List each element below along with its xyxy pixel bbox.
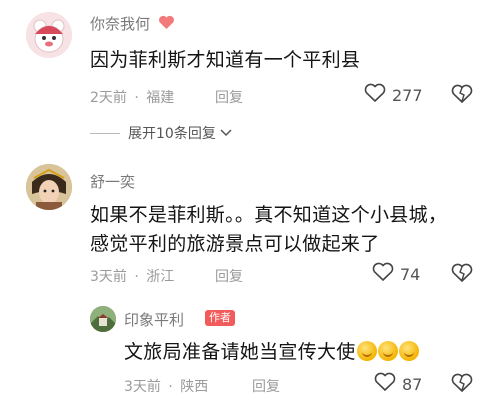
separator-dot: · bbox=[168, 379, 173, 395]
dislike-heart-icon[interactable] bbox=[451, 263, 473, 287]
comment-time: 2天前 bbox=[90, 90, 127, 106]
dislike-heart-icon[interactable] bbox=[451, 373, 473, 397]
comment-location: 浙江 bbox=[146, 269, 175, 285]
like-button[interactable]: 74 bbox=[372, 262, 420, 286]
avatar[interactable] bbox=[26, 164, 72, 210]
avatar[interactable] bbox=[90, 306, 116, 332]
comment-time: 3天前 bbox=[124, 379, 161, 395]
author-username[interactable]: 印象平利 bbox=[124, 309, 184, 330]
like-count: 87 bbox=[402, 374, 423, 394]
separator-dot: · bbox=[134, 269, 139, 285]
clapping-hands-emoji bbox=[398, 341, 419, 361]
clapping-hands-emoji bbox=[377, 341, 398, 361]
like-button[interactable]: 277 bbox=[364, 83, 423, 107]
comment-time: 3天前 bbox=[90, 269, 127, 285]
like-heart-icon bbox=[364, 83, 386, 107]
divider bbox=[90, 132, 120, 134]
expand-replies-label: 展开10条回复 bbox=[128, 126, 216, 142]
comment-text: 因为菲利斯才知道有一个平利县 bbox=[90, 49, 361, 71]
comment-meta: 2天前 · 福建 bbox=[90, 87, 174, 107]
like-heart-icon bbox=[372, 262, 394, 286]
like-count: 277 bbox=[392, 85, 423, 105]
reply-button[interactable]: 回复 bbox=[215, 266, 243, 286]
author-tag: 作者 bbox=[205, 310, 235, 326]
reply-button[interactable]: 回复 bbox=[215, 87, 243, 107]
avatar[interactable] bbox=[26, 12, 72, 58]
separator-dot: · bbox=[134, 90, 139, 106]
comment-username[interactable]: 你奈我何 bbox=[90, 13, 150, 34]
like-count: 74 bbox=[400, 264, 421, 284]
reply-button[interactable]: 回复 bbox=[252, 376, 280, 396]
comment-text-line: 如果不是菲利斯。。真不知道这个小县城， bbox=[90, 204, 448, 226]
author-reply-text: 文旅局准备请她当宣传大使 bbox=[124, 336, 419, 368]
dislike-heart-icon[interactable] bbox=[451, 84, 473, 108]
like-heart-icon bbox=[374, 372, 396, 396]
chevron-down-icon bbox=[220, 125, 232, 141]
comment-meta: 3天前 · 浙江 bbox=[90, 266, 174, 286]
clapping-hands-emoji bbox=[356, 341, 377, 361]
author-reply-text-content: 文旅局准备请她当宣传大使 bbox=[124, 341, 356, 363]
comment-text-line: 感觉平利的旅游景点可以做起来了 bbox=[90, 233, 380, 255]
comment-meta: 3天前 · 陕西 bbox=[124, 376, 208, 396]
expand-replies-button[interactable]: 展开10条回复 bbox=[90, 123, 232, 143]
comment-location: 福建 bbox=[146, 90, 175, 106]
heart-icon bbox=[158, 15, 175, 34]
comment-location: 陕西 bbox=[180, 379, 209, 395]
like-button[interactable]: 87 bbox=[374, 372, 422, 396]
comment-username[interactable]: 舒一奕 bbox=[90, 171, 135, 192]
